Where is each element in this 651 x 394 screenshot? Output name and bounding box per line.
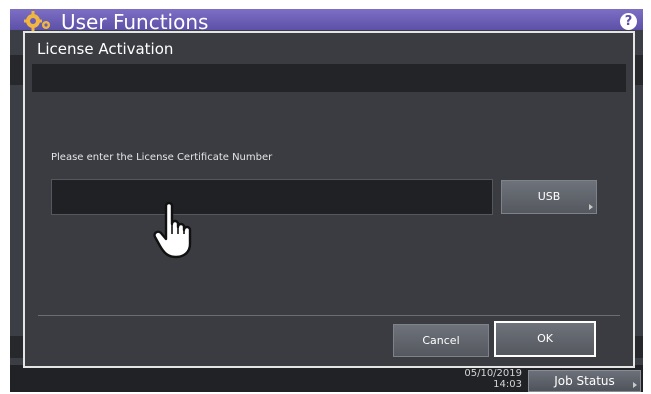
dialog-title-band xyxy=(32,64,626,92)
corner-arrow-icon xyxy=(589,204,593,210)
license-prompt: Please enter the License Certificate Num… xyxy=(51,152,273,163)
usb-label: USB xyxy=(537,190,561,203)
title-bar: User Functions ? xyxy=(10,9,643,34)
job-status-button[interactable]: Job Status xyxy=(528,370,641,392)
gear-icon xyxy=(24,11,50,31)
dialog-title: License Activation xyxy=(37,40,174,58)
job-status-label: Job Status xyxy=(554,374,615,388)
pointing-hand-icon xyxy=(153,201,192,259)
divider xyxy=(38,315,620,316)
cancel-button[interactable]: Cancel xyxy=(393,324,489,357)
date-time: 05/10/2019 14:03 xyxy=(450,368,522,390)
time-text: 14:03 xyxy=(493,379,522,390)
ok-button[interactable]: OK xyxy=(494,321,596,357)
corner-arrow-icon xyxy=(633,382,637,388)
help-icon[interactable]: ? xyxy=(620,13,637,30)
license-activation-dialog: License Activation Please enter the Lice… xyxy=(23,31,635,368)
date-text: 05/10/2019 xyxy=(464,368,522,379)
usb-button[interactable]: USB xyxy=(501,180,597,214)
license-number-field[interactable] xyxy=(51,179,493,215)
